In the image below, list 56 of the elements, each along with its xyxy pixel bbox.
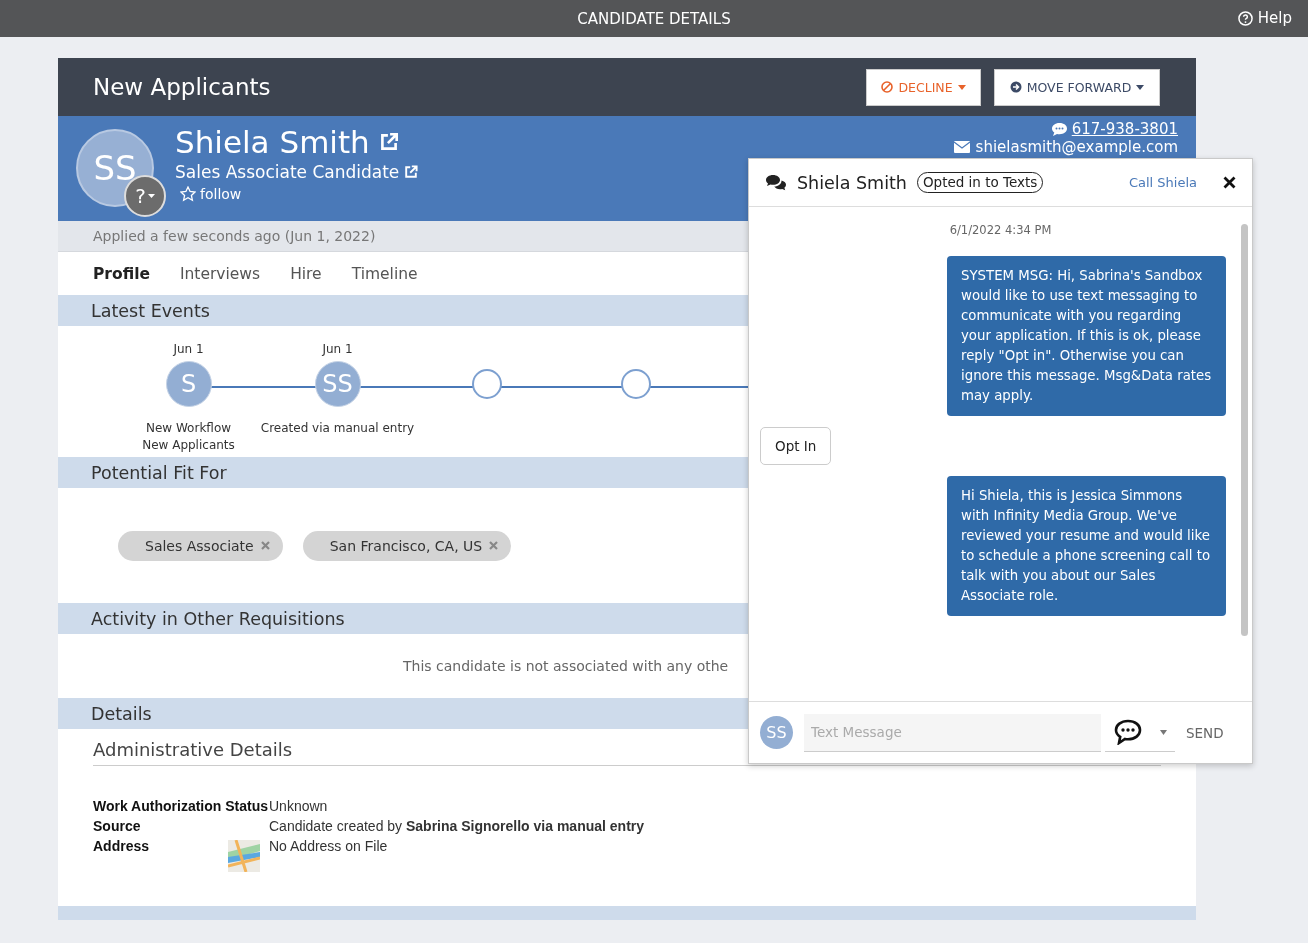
candidate-position: Sales Associate Candidate: [175, 161, 400, 183]
received-message: Opt In: [760, 427, 832, 465]
comment-icon: [1050, 121, 1068, 137]
external-link-icon[interactable]: [403, 164, 420, 180]
event-avatar: S: [165, 361, 212, 407]
caret-icon: [1136, 84, 1145, 90]
candidate-name: Shiela Smith: [175, 123, 370, 161]
prohibited-icon: [881, 81, 894, 93]
event-label: New Workflow New Applicants: [142, 420, 235, 454]
help-icon: [1237, 10, 1253, 26]
help-link[interactable]: Help: [1237, 9, 1292, 27]
star-icon: [180, 186, 196, 202]
sent-message: SYSTEM MSG: Hi, Sabrina's Sandbox would like to use text messaging to communicate with you regarding your application. If this is ok, please reply "Opt in". Otherwise you can ignore this message. Msg&Data rates may apply.: [947, 256, 1226, 416]
event-date: Jun 1: [173, 342, 204, 356]
chat-bubbles-icon: [765, 173, 787, 192]
call-link[interactable]: Call Shiela: [1128, 175, 1197, 190]
tab[interactable]: Interviews: [179, 264, 261, 283]
empty-message: This candidate is not associated with any othe: [403, 658, 729, 674]
speech-bubble-icon: [1113, 719, 1144, 745]
pipeline-title: New Applicants: [93, 74, 272, 100]
field-label: Source: [93, 817, 142, 836]
event-date: Jun 1: [322, 342, 353, 356]
tab[interactable]: Hire: [290, 264, 322, 283]
page-title: CANDIDATE DETAILS: [577, 9, 731, 28]
remove-icon[interactable]: [489, 541, 499, 550]
email-address: shielasmith@example.com: [975, 138, 1178, 156]
empty-event-node: [471, 369, 502, 399]
message-field[interactable]: Text Message: [804, 713, 1101, 752]
message-timestamp: 6/1/2022 4:34 PM: [949, 223, 1052, 237]
tab[interactable]: Timeline: [351, 264, 418, 283]
envelope-icon: [953, 141, 970, 153]
close-icon[interactable]: [1223, 176, 1236, 189]
event-label: Created via manual entry: [260, 420, 415, 437]
empty-event-node: [620, 369, 651, 399]
remove-icon[interactable]: [260, 541, 270, 550]
map-icon: [228, 840, 260, 872]
follow-link[interactable]: follow: [180, 186, 420, 202]
scrollbar[interactable]: [1241, 224, 1248, 636]
contact-name: Shiela Smith: [797, 172, 907, 193]
sender-avatar: SS: [760, 716, 793, 749]
caret-icon: [147, 194, 155, 198]
caret-icon: [957, 84, 966, 90]
phone-link[interactable]: 617-938-3801: [1050, 120, 1178, 138]
tag-label: Sales Associate: [145, 537, 254, 554]
field-value: No Address on File: [269, 837, 388, 856]
applied-date: Applied a few seconds ago (Jun 1, 2022): [93, 228, 376, 244]
field-value: Unknown: [269, 797, 328, 816]
field-label: Address: [93, 837, 151, 856]
arrow-circle-icon: [1009, 81, 1022, 93]
event-avatar: SS: [314, 361, 361, 407]
field-value: Candidate created by Sabrina Signorello via manual entry: [269, 817, 645, 836]
tag-label: San Francisco, CA, US: [329, 537, 483, 554]
sent-message: Hi Shiela, this is Jessica Simmons with Infinity Media Group. We've reviewed your resume and would like to schedule a phone screening call to talk with you about our Sales Associate role.: [947, 476, 1226, 616]
move-forward-button[interactable]: MOVE FORWARD: [994, 68, 1160, 106]
tab[interactable]: Profile: [93, 264, 150, 283]
field-label: Work Authorization Status: [93, 797, 269, 816]
